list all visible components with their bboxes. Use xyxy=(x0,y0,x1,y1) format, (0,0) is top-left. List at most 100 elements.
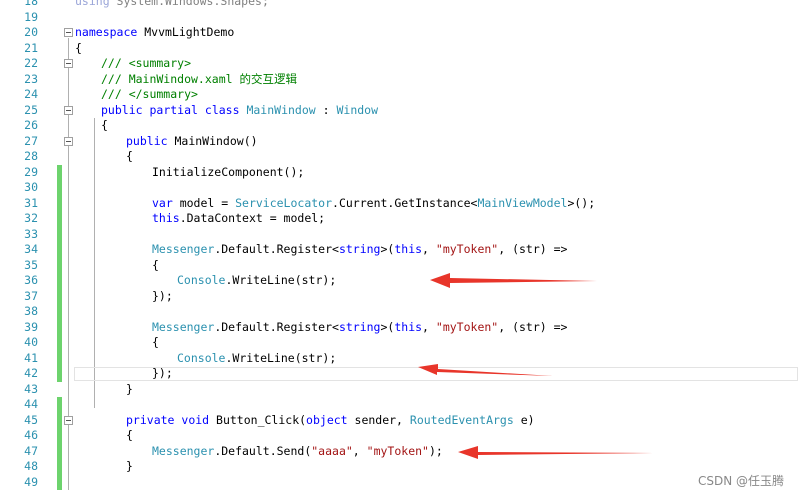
code-editor[interactable]: 18 using System.Windows.Shapes; 19 20 na… xyxy=(0,0,798,497)
code-text: }); xyxy=(152,366,173,380)
code-text: Messenger.Default.Send("aaaa", "myToken"… xyxy=(152,443,443,458)
code-text: this.DataContext = model; xyxy=(152,211,326,225)
line-number: 20 xyxy=(24,25,38,39)
line-number: 38 xyxy=(24,304,38,318)
change-bar xyxy=(57,366,62,382)
code-line: 47 Messenger.Default.Send("aaaa", "myTok… xyxy=(0,443,798,459)
fold-toggle-icon[interactable] xyxy=(64,136,73,146)
change-bar xyxy=(57,428,62,444)
code-line: 31 var model = ServiceLocator.Current.Ge… xyxy=(0,195,798,211)
line-number: 18 xyxy=(24,0,38,8)
fold-toggle-icon[interactable] xyxy=(64,415,73,425)
change-bar xyxy=(57,257,62,273)
line-number: 36 xyxy=(24,273,38,287)
code-line: 19 xyxy=(0,10,798,26)
code-text: using System.Windows.Shapes; xyxy=(75,0,269,8)
line-number: 21 xyxy=(24,40,38,55)
line-number: 49 xyxy=(24,474,38,489)
code-line: 27 public MainWindow() xyxy=(0,134,798,150)
code-line: 24 /// </summary> xyxy=(0,87,798,103)
change-bar xyxy=(57,211,62,227)
line-number: 31 xyxy=(24,195,38,210)
change-bar xyxy=(57,335,62,351)
code-text: } xyxy=(126,381,133,396)
line-number: 26 xyxy=(24,118,38,132)
line-number: 23 xyxy=(24,71,38,86)
code-line: 43 } xyxy=(0,382,798,398)
code-line: 21 { xyxy=(0,41,798,57)
change-bar xyxy=(57,412,62,428)
code-comment: /// MainWindow.xaml 的交互逻辑 xyxy=(101,71,297,86)
code-line: 35 { xyxy=(0,257,798,273)
code-text: } xyxy=(126,459,133,473)
code-line: 48 } xyxy=(0,459,798,475)
code-text: InitializeComponent(); xyxy=(152,164,305,179)
code-line: 34 Messenger.Default.Register<string>(th… xyxy=(0,242,798,258)
change-bar xyxy=(57,288,62,304)
code-line: 42 }); xyxy=(0,366,798,382)
fold-toggle-icon[interactable] xyxy=(64,59,73,68)
line-number: 29 xyxy=(24,164,38,179)
line-number: 28 xyxy=(24,149,38,163)
change-bar xyxy=(57,273,62,289)
line-number: 44 xyxy=(24,397,38,411)
change-bar xyxy=(57,304,62,320)
code-line: 33 xyxy=(0,226,798,242)
change-bar xyxy=(57,242,62,258)
fold-toggle-icon[interactable] xyxy=(64,105,73,115)
code-text: var model = ServiceLocator.Current.GetIn… xyxy=(152,195,596,210)
change-bar xyxy=(57,459,62,475)
line-number: 41 xyxy=(24,350,38,365)
code-line: 45 private void Button_Click(object send… xyxy=(0,412,798,428)
code-line: 28 { xyxy=(0,149,798,165)
code-line: 30 xyxy=(0,180,798,196)
code-text: public partial class MainWindow : Window xyxy=(101,102,379,117)
change-bar xyxy=(57,195,62,211)
code-line: 40 { xyxy=(0,335,798,351)
line-number: 37 xyxy=(24,288,38,303)
line-number: 22 xyxy=(24,56,38,70)
change-bar xyxy=(57,474,62,490)
change-bar xyxy=(57,164,62,180)
current-line-highlight xyxy=(74,367,798,381)
code-line: 41 Console.WriteLine(str); xyxy=(0,350,798,366)
code-text: }); xyxy=(152,288,173,303)
code-line: 39 Messenger.Default.Register<string>(th… xyxy=(0,319,798,335)
line-number: 45 xyxy=(24,412,38,427)
line-number: 35 xyxy=(24,257,38,272)
code-text: namespace MvvmLightDemo xyxy=(75,25,235,39)
code-text: { xyxy=(75,40,82,55)
code-line: 49 xyxy=(0,474,798,490)
code-comment: /// </summary> xyxy=(101,87,198,101)
code-line: 18 using System.Windows.Shapes; xyxy=(0,0,798,10)
code-text: { xyxy=(152,257,159,272)
line-number: 33 xyxy=(24,226,38,241)
change-bar xyxy=(57,180,62,196)
line-number: 48 xyxy=(24,459,38,473)
code-text: Messenger.Default.Register<string>(this,… xyxy=(152,319,568,334)
code-text: Console.WriteLine(str); xyxy=(177,350,337,365)
code-text: Messenger.Default.Register<string>(this,… xyxy=(152,242,568,256)
code-line: 25 public partial class MainWindow : Win… xyxy=(0,103,798,119)
change-bar xyxy=(57,319,62,335)
code-line: 32 this.DataContext = model; xyxy=(0,211,798,227)
code-line: 23 /// MainWindow.xaml 的交互逻辑 xyxy=(0,72,798,88)
code-text: private void Button_Click(object sender,… xyxy=(126,412,535,427)
change-bar xyxy=(57,443,62,459)
watermark: CSDN @任玉腾 xyxy=(697,474,784,488)
code-text: { xyxy=(126,149,133,163)
code-text: public MainWindow() xyxy=(126,133,258,148)
code-line: 46 { xyxy=(0,428,798,444)
code-text: { xyxy=(152,335,159,349)
code-line: 36 Console.WriteLine(str); xyxy=(0,273,798,289)
fold-toggle-icon[interactable] xyxy=(64,28,73,37)
code-comment: /// <summary> xyxy=(101,56,192,70)
code-line: 44 xyxy=(0,397,798,413)
line-number: 47 xyxy=(24,443,38,458)
line-number: 25 xyxy=(24,102,38,117)
code-line: 26 { xyxy=(0,118,798,134)
code-line: 38 xyxy=(0,304,798,320)
code-text: { xyxy=(101,118,108,132)
line-number: 27 xyxy=(24,133,38,148)
change-bar xyxy=(57,397,62,413)
